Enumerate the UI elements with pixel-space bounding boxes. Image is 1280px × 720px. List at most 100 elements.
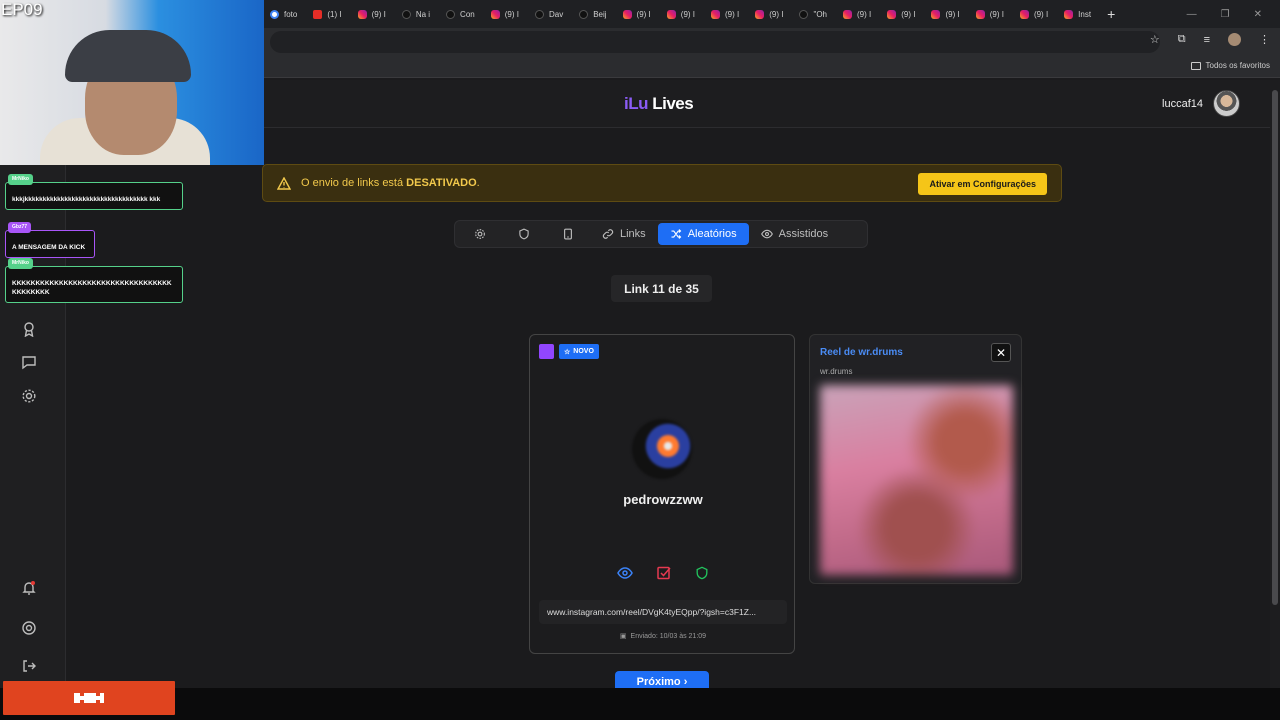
close-window-icon[interactable]: ✕ [1254, 9, 1262, 20]
browser-tab-label: (9) I [504, 9, 519, 19]
chat-message: MrNiko kkkjkkkkkkkkkkkkkkkkkkkkkkkkkkkkk… [5, 174, 183, 211]
links-disabled-alert: O envio de links está DESATIVADO. Ativar… [262, 164, 1062, 202]
tiktok-icon [799, 9, 809, 19]
twitch-icon [539, 344, 554, 359]
enable-in-settings-button[interactable]: Ativar em Configurações [918, 173, 1047, 195]
browser-tab-label: (9) I [371, 9, 386, 19]
chat-text: A MENSAGEM DA KICK [12, 244, 86, 251]
instagram-icon [887, 9, 897, 19]
browser-tab[interactable]: (9) I [615, 0, 659, 28]
address-bar[interactable] [270, 31, 1160, 53]
tab-aleatorios[interactable]: Aleatórios [657, 223, 749, 245]
tab-settings[interactable] [458, 223, 502, 245]
tab-links[interactable]: Links [590, 223, 658, 245]
settings-icon[interactable] [18, 385, 40, 407]
logout-icon[interactable] [18, 655, 40, 677]
browser-tab-label: foto [284, 9, 298, 19]
instagram-icon [490, 9, 500, 19]
chat-message: Gbz77 A MENSAGEM DA KICK [5, 222, 95, 259]
new-tab-button[interactable]: + [1099, 6, 1123, 22]
browser-tab[interactable]: (9) I [747, 0, 791, 28]
reel-author: wr.drums [820, 367, 853, 376]
browser-tab[interactable]: (9) I [1012, 0, 1056, 28]
card-actions [617, 566, 709, 580]
media-icon[interactable]: ≡ [1204, 34, 1210, 46]
close-icon[interactable]: ✕ [991, 343, 1011, 362]
streamer-cap [65, 30, 191, 82]
message-icon[interactable] [18, 351, 40, 373]
browser-tab[interactable]: (9) I [483, 0, 527, 28]
episode-label: EP09 [1, 0, 43, 19]
browser-tab-label: (9) I [725, 9, 740, 19]
browser-tab-label: (9) I [636, 9, 651, 19]
shield-icon[interactable] [695, 566, 709, 580]
reel-title[interactable]: Reel de wr.drums [820, 347, 903, 358]
sender-username: pedrowzzww [623, 492, 703, 507]
instagram-icon [975, 9, 985, 19]
mark-checked-icon[interactable] [657, 566, 671, 580]
chat-message: MrNiko KKKKKKKKKKKKKKKKKKKKKKKKKKKKKKKKK… [5, 258, 183, 304]
page-scrollbar[interactable] [1270, 80, 1280, 688]
shuffle-icon [671, 229, 681, 239]
tab-shield[interactable] [502, 223, 546, 245]
browser-tab[interactable]: (9) I [923, 0, 967, 28]
browser-tab[interactable]: (9) I [835, 0, 879, 28]
app-logo[interactable]: iLu Lives [624, 94, 694, 114]
instagram-icon [931, 9, 941, 19]
bookmarks-folder-label: Todos os favoritos [1205, 61, 1270, 70]
bell-icon[interactable] [18, 577, 40, 599]
instagram-icon [666, 9, 676, 19]
browser-tab-label: "Oh [813, 9, 827, 19]
calendar-icon: ▣ [619, 633, 627, 640]
view-tabs: Links Aleatórios Assistidos [454, 220, 868, 248]
tiktok-icon [446, 9, 456, 19]
browser-tab[interactable]: (9) I [659, 0, 703, 28]
logo-part2: Lives [652, 94, 694, 113]
scroll-thumb[interactable] [1272, 90, 1278, 605]
browser-tab[interactable]: Con [438, 0, 483, 28]
star-icon[interactable]: ☆ [1150, 33, 1160, 46]
chat-text: kkkjkkkkkkkkkkkkkkkkkkkkkkkkkkkkkkkkkk k… [12, 196, 161, 203]
alert-text: O envio de links está DESATIVADO. [301, 177, 480, 189]
browser-tab[interactable]: (9) I [703, 0, 747, 28]
tab-links-label: Links [620, 228, 646, 240]
reel-thumbnail[interactable] [820, 385, 1013, 575]
restore-icon[interactable]: ❐ [1221, 9, 1230, 20]
tab-aleatorios-label: Aleatórios [687, 228, 737, 240]
extensions-icon[interactable]: ⧉ [1178, 33, 1186, 46]
link-url[interactable]: www.instagram.com/reel/DVgK4tyEQpp/?igsh… [539, 600, 787, 624]
minimize-icon[interactable]: — [1187, 9, 1197, 20]
menu-icon[interactable]: ⋮ [1259, 33, 1270, 46]
browser-tab-label: (9) I [680, 9, 696, 19]
user-menu[interactable]: luccaf14 [1162, 90, 1240, 117]
eye-icon [760, 229, 773, 239]
instagram-icon [622, 9, 632, 19]
browser-tab[interactable]: (9) I [350, 0, 394, 28]
browser-tab[interactable]: Dav [527, 0, 571, 28]
browser-tab[interactable]: "Oh [791, 0, 835, 28]
chat-user: MrNiko [8, 174, 33, 185]
browser-tab[interactable]: Na i [394, 0, 438, 28]
browser-tab-label: Con [460, 9, 475, 19]
view-eye-icon[interactable] [617, 566, 633, 580]
browser-tab[interactable]: Inst [1056, 0, 1099, 28]
browser-tab-label: Inst [1078, 9, 1092, 19]
reel-preview-card: Reel de wr.drums wr.drums ✕ [809, 334, 1022, 584]
browser-tab[interactable]: (1) I [305, 0, 349, 28]
browser-tab-label: (9) I [945, 9, 960, 19]
browser-tab-label: (9) I [857, 9, 872, 19]
browser-tab[interactable]: (9) I [968, 0, 1012, 28]
profile-avatar[interactable] [1228, 33, 1241, 46]
award-icon[interactable] [18, 318, 40, 340]
help-icon[interactable] [18, 617, 40, 639]
browser-tab-label: (9) I [769, 9, 784, 19]
tab-assistidos[interactable]: Assistidos [749, 223, 841, 245]
browser-tab[interactable]: foto [262, 0, 305, 28]
browser-tab[interactable]: Beij [571, 0, 614, 28]
browser-tab-label: (9) I [901, 9, 916, 19]
chat-text: KKKKKKKKKKKKKKKKKKKKKKKKKKKKKKKKKK KKKKK… [12, 280, 172, 297]
browser-tab[interactable]: (9) I [879, 0, 923, 28]
all-bookmarks-folder[interactable]: Todos os favoritos [1190, 61, 1270, 70]
webcam-overlay: EP09 [0, 0, 264, 165]
tab-tablet[interactable] [546, 223, 590, 245]
